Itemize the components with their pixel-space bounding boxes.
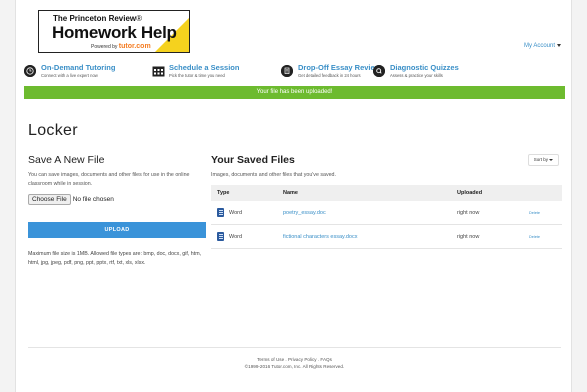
delete-file-link[interactable]: Delete [529,201,540,225]
logo-line2: Homework Help [52,23,177,42]
nav-title: On-Demand Tutoring [41,63,116,72]
nav-schedule-session[interactable]: Schedule a Session Pick the tutor & time… [152,63,272,81]
chevron-down-icon [549,158,553,161]
file-type: Word [229,234,243,240]
file-type: Word [229,210,243,216]
nav-title: Diagnostic Quizzes [390,63,459,72]
footer-divider [28,347,561,348]
copyright: ©1999-2016 Tutor.com, Inc. All Rights Re… [244,364,345,369]
nav-subtitle: Pick the tutor & time you need [169,73,225,78]
terms-of-use-link[interactable]: Terms of Use [257,357,284,362]
my-account-menu[interactable]: My Account [524,43,561,49]
logo-line1: The Princeton Review® [53,14,143,23]
chevron-down-icon [557,43,561,47]
column-header-uploaded: Uploaded [457,190,483,196]
upload-button[interactable]: UPLOAD [28,222,206,238]
nav-subtitle: Connect with a live expert now [41,73,98,78]
word-file-icon [217,208,224,217]
nav-subtitle: Get detailed feedback in 24 hours [298,73,361,78]
nav-on-demand-tutoring[interactable]: On-Demand Tutoring Connect with a live e… [24,63,144,81]
max-file-size-note: Maximum file size is 1MB. Allowed file t… [28,251,202,266]
nav-diagnostic-quizzes[interactable]: Diagnostic Quizzes Assess & practice you… [373,63,493,81]
nav-subtitle: Assess & practice your skills [390,73,443,78]
saved-files-description: Images, documents and other files that y… [211,172,336,178]
table-row: Word poetry_essay.doc right now Delete [211,201,562,225]
footer: Terms of Use . Privacy Policy . FAQs ©19… [16,356,573,370]
service-nav: On-Demand Tutoring Connect with a live e… [24,63,564,81]
save-section-description: You can save images, documents and other… [28,172,190,187]
page-title: Locker [28,122,78,139]
privacy-policy-link[interactable]: Privacy Policy [288,357,317,362]
files-table-header: Type Name Uploaded [211,185,562,201]
nav-title: Schedule a Session [169,63,240,72]
calendar-icon [152,65,165,77]
file-uploaded: right now [457,210,480,216]
saved-files-title: Your Saved Files [211,154,295,166]
princeton-review-logo[interactable]: The Princeton Review® Homework Help Powe… [38,10,190,53]
sort-by-dropdown[interactable]: Sort by [527,154,559,166]
quiz-icon [373,65,385,77]
delete-file-link[interactable]: Delete [529,225,540,249]
column-header-type: Type [217,190,230,196]
save-section-title: Save A New File [28,154,105,166]
clock-icon [24,65,36,77]
no-file-label: No file chosen [72,196,114,203]
logo-line3: Powered by tutor.com [91,43,151,50]
footer-links: Terms of Use . Privacy Policy . FAQs [257,357,332,362]
word-file-icon [217,232,224,241]
document-icon [281,65,293,77]
page: The Princeton Review® Homework Help Powe… [15,0,572,392]
file-uploaded: right now [457,234,480,240]
file-name-link[interactable]: poetry_essay.doc [283,201,326,225]
table-row: Word fictional characters essay.docx rig… [211,225,562,249]
choose-file-button[interactable]: Choose File [28,194,71,205]
file-name-link[interactable]: fictional characters essay.docx [283,225,358,249]
upload-success-banner: Your file has been uploaded! [24,86,565,99]
faqs-link[interactable]: FAQs [320,357,332,362]
column-header-name: Name [283,190,298,196]
file-chooser: Choose File No file chosen [28,194,114,205]
nav-title: Drop-Off Essay Review [298,63,381,72]
